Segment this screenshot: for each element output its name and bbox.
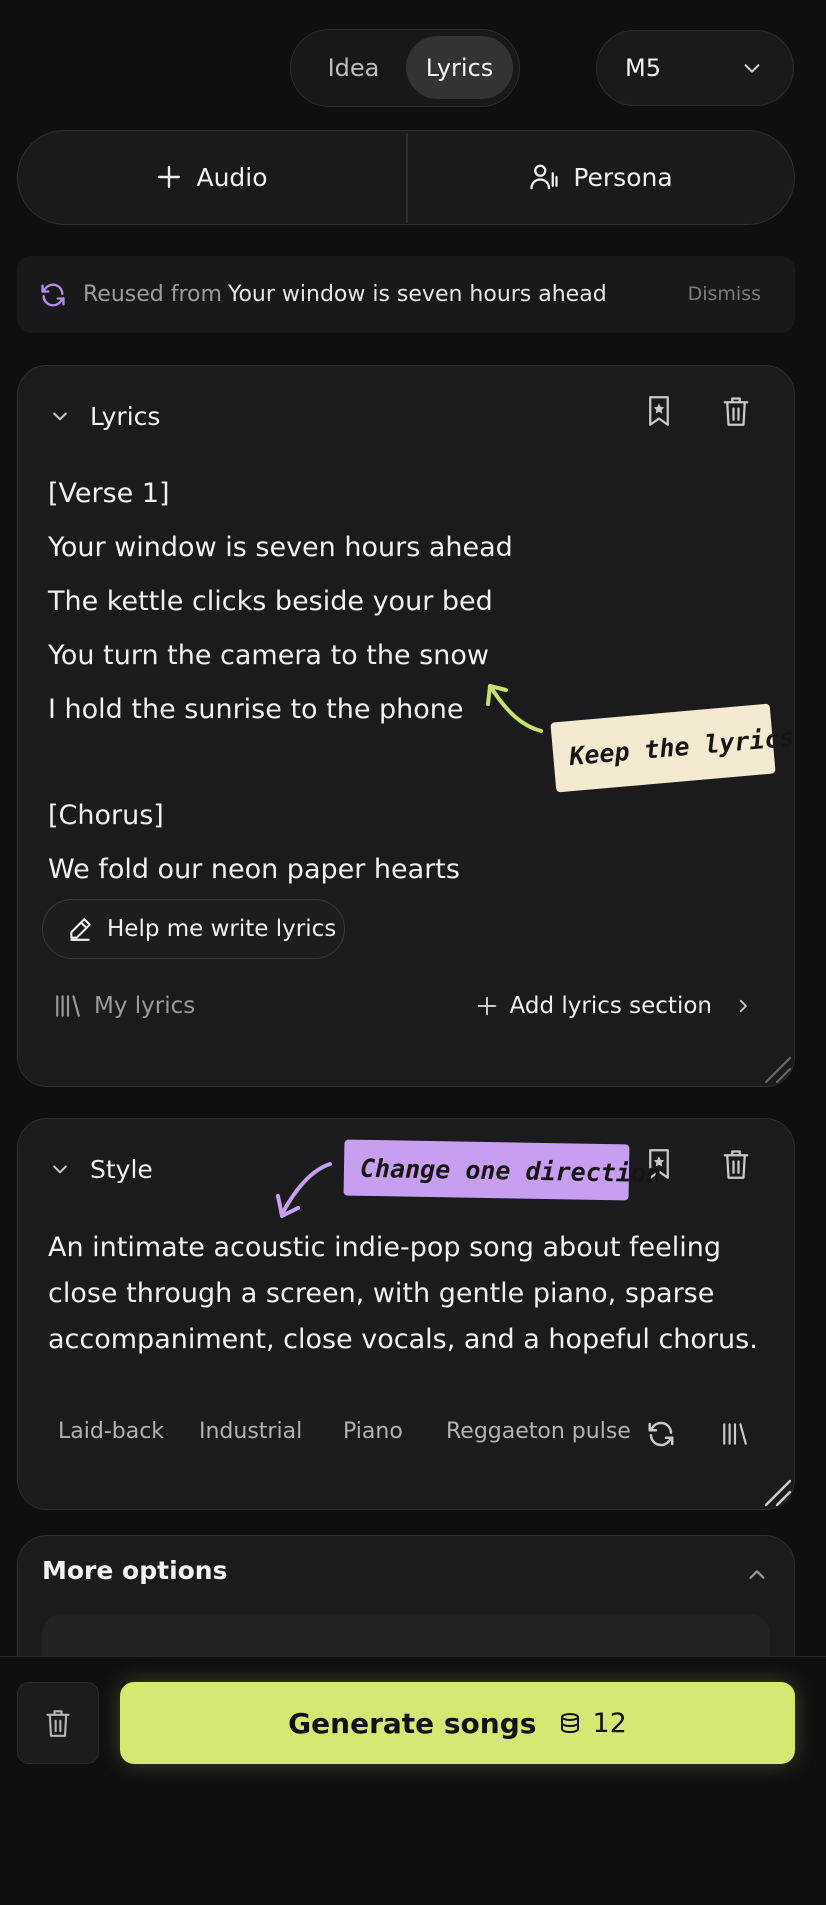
lyric-line[interactable]: Your window is seven hours ahead [48,532,513,563]
lyric-line[interactable]: The kettle clicks beside your bed [48,586,493,617]
trash-icon[interactable] [721,394,751,428]
style-tag[interactable]: Reggaeton pulse [446,1419,631,1444]
lyric-line[interactable]: I hold the sunrise to the phone [48,694,464,725]
library-icon [56,995,80,1017]
trash-icon [46,1710,70,1737]
add-lyrics-section-button[interactable]: Add lyrics section [476,993,752,1019]
library-icon[interactable] [721,1421,749,1447]
my-lyrics-button[interactable]: My lyrics [54,993,195,1019]
persona-button[interactable]: Persona [407,131,795,223]
chevron-right-icon [739,999,747,1013]
change-direction-note: Change one direction [343,1139,661,1201]
chevron-down-icon [53,1165,67,1174]
help-write-lyrics-label: Help me write lyrics [107,916,337,942]
arrow-annotation-icon [486,684,543,733]
pencil-icon [70,918,91,941]
credits-count: 12 [592,1707,627,1739]
plus-icon [158,166,181,188]
lyric-line[interactable]: [Verse 1] [48,478,170,509]
dismiss-button[interactable]: Dismiss [688,283,761,305]
reuse-title: Your window is seven hours ahead [227,282,607,307]
generate-songs-label: Generate songs [288,1706,537,1740]
help-write-lyrics-button[interactable]: Help me write lyrics [42,899,345,959]
chevron-up-icon[interactable] [746,1564,768,1586]
lyrics-card-title: Lyrics [90,401,161,431]
source-bar: Audio Persona [17,130,795,225]
resize-handle-icon[interactable] [760,1052,794,1086]
audio-label: Audio [196,162,268,192]
style-card-header[interactable]: Style [50,1149,153,1189]
generate-songs-button[interactable]: Generate songs 12 [120,1682,795,1764]
mode-lyrics-tab[interactable]: Lyrics [406,36,513,99]
reuse-banner: Reused from Your window is seven hours a… [17,256,795,333]
style-tag[interactable]: Laid-back [58,1419,164,1444]
lyric-line[interactable]: We fold our neon paper hearts [48,854,460,885]
style-tag[interactable]: Piano [343,1419,403,1444]
lyric-line[interactable]: You turn the camera to the snow [48,640,489,671]
lyric-line[interactable]: [Chorus] [48,800,164,831]
add-lyrics-section-label: Add lyrics section [509,993,712,1019]
model-select[interactable]: M5 [596,30,794,106]
my-lyrics-label: My lyrics [94,993,196,1019]
persona-label: Persona [573,162,673,192]
style-tag[interactable]: Industrial [199,1419,302,1444]
credits-indicator: 12 [558,1707,627,1739]
resize-handle-icon[interactable] [760,1475,794,1509]
plus-icon [477,996,496,1016]
shuffle-refresh-icon[interactable] [646,1419,676,1449]
mode-toggle: Idea Lyrics [290,29,520,107]
refresh-icon [41,283,65,306]
style-card-title: Style [90,1154,153,1184]
more-options-title[interactable]: More options [42,1556,228,1585]
mode-idea-tab[interactable]: Idea [297,36,410,99]
model-value: M5 [625,54,661,82]
chevron-down-icon [744,64,760,73]
add-audio-button[interactable]: Audio [18,131,406,223]
lyrics-card-header[interactable]: Lyrics [50,396,160,436]
style-description[interactable]: An intimate acoustic indie-pop song abou… [48,1225,778,1363]
arrow-annotation-icon [276,1162,332,1218]
clear-button[interactable] [17,1682,99,1764]
persona-icon [530,164,558,190]
bookmark-star-icon[interactable] [644,394,674,428]
reuse-prefix: Reused from [83,282,222,307]
trash-icon[interactable] [721,1147,751,1181]
chevron-down-icon [53,412,67,421]
coins-icon [561,1713,580,1734]
